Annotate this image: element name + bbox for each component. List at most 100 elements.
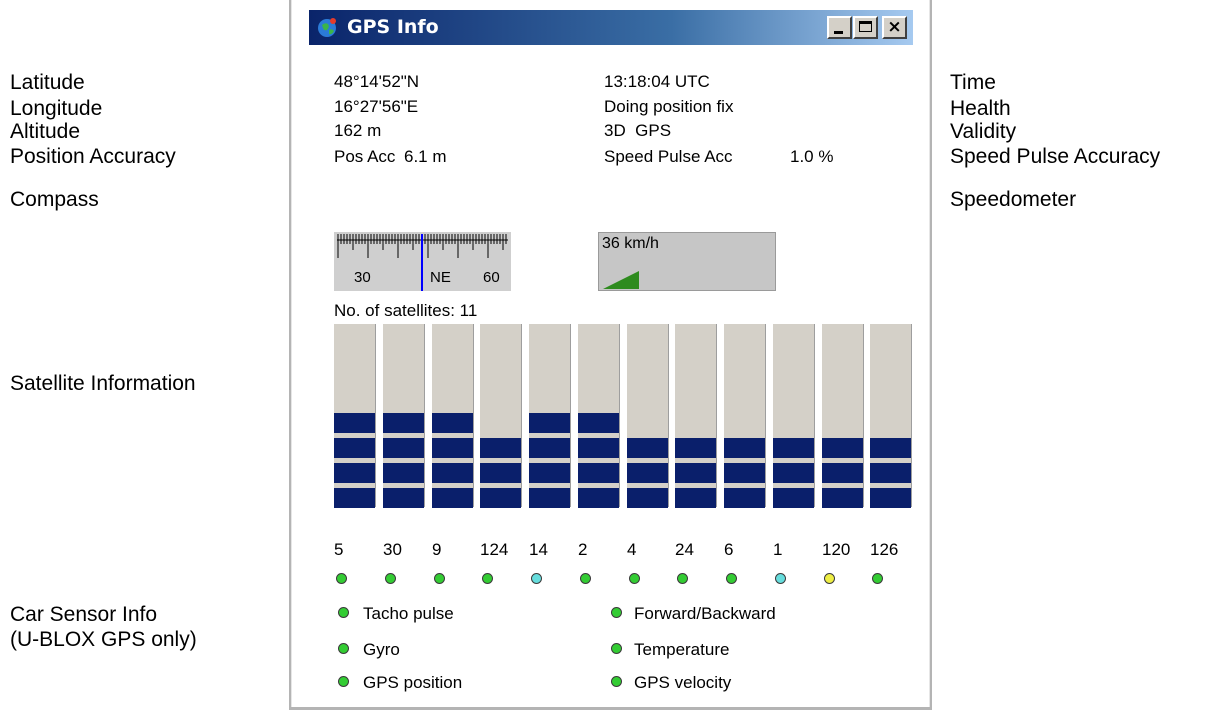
gps-position-status-icon xyxy=(338,676,349,687)
close-button[interactable]: × xyxy=(882,16,907,39)
maximize-icon xyxy=(859,21,872,32)
annotation-position-accuracy: Position Accuracy xyxy=(10,145,176,168)
signal-segment xyxy=(334,463,375,483)
satellite-status-icon xyxy=(385,573,396,584)
satellite-bar-1 xyxy=(773,324,815,508)
signal-segment xyxy=(334,438,375,458)
satellite-bar-2 xyxy=(578,324,620,508)
health-value: Doing position fix xyxy=(604,97,734,116)
forward-backward-status-icon xyxy=(611,607,622,618)
satellite-bar-30 xyxy=(383,324,425,508)
signal-segment xyxy=(627,488,668,508)
signal-segment xyxy=(529,488,570,508)
satellite-id: 6 xyxy=(724,540,734,559)
satellite-count: No. of satellites: 11 xyxy=(334,301,478,320)
signal-segment xyxy=(578,413,619,433)
satellite-status-icon xyxy=(482,573,493,584)
satellite-id: 30 xyxy=(383,540,402,559)
satellite-bar-124 xyxy=(480,324,522,508)
signal-segment xyxy=(578,463,619,483)
altitude-value: 162 m xyxy=(334,121,382,140)
signal-segment xyxy=(578,488,619,508)
signal-segment xyxy=(578,438,619,458)
annotation-latitude: Latitude xyxy=(10,71,85,94)
satellite-id: 120 xyxy=(822,540,851,559)
signal-segment xyxy=(432,488,473,508)
tacho-pulse-label: Tacho pulse xyxy=(363,604,454,623)
satellite-status-icon xyxy=(336,573,347,584)
minimize-button[interactable] xyxy=(827,16,852,39)
signal-segment xyxy=(334,413,375,433)
signal-segment xyxy=(529,438,570,458)
signal-segment xyxy=(870,463,911,483)
speedometer-widget: 36 km/h xyxy=(598,232,776,291)
signal-segment xyxy=(870,438,911,458)
signal-segment xyxy=(822,488,863,508)
annotation-speed-pulse-accuracy: Speed Pulse Accuracy xyxy=(950,145,1161,168)
satellite-bar-5 xyxy=(334,324,376,508)
signal-segment xyxy=(822,438,863,458)
signal-segment xyxy=(870,488,911,508)
title-bar[interactable]: GPS Info × xyxy=(309,10,913,45)
satellite-id: 124 xyxy=(480,540,509,559)
maximize-button[interactable] xyxy=(853,16,878,39)
pos-acc-value: 6.1 m xyxy=(404,147,447,166)
forward-backward-label: Forward/Backward xyxy=(634,604,776,623)
signal-segment xyxy=(675,488,716,508)
gps-position-label: GPS position xyxy=(363,673,463,692)
satellite-status-icon xyxy=(824,573,835,584)
globe-icon xyxy=(318,18,336,37)
satellite-bar-120 xyxy=(822,324,864,508)
satellite-status-icon xyxy=(726,573,737,584)
compass-label-60: 60 xyxy=(483,269,500,286)
annotation-longitude: Longitude xyxy=(10,97,103,120)
signal-segment xyxy=(773,488,814,508)
satellite-id: 14 xyxy=(529,540,548,559)
minimize-icon xyxy=(834,31,843,34)
time-value: 13:18:04 UTC xyxy=(604,72,710,91)
signal-segment xyxy=(675,463,716,483)
satellite-bar-126 xyxy=(870,324,912,508)
annotation-altitude: Altitude xyxy=(10,120,81,143)
satellite-bar-14 xyxy=(529,324,571,508)
satellite-status-icon xyxy=(531,573,542,584)
signal-segment xyxy=(432,413,473,433)
temperature-label: Temperature xyxy=(634,640,730,659)
temperature-status-icon xyxy=(611,643,622,654)
signal-segment xyxy=(383,488,424,508)
latitude-value: 48°14'52"N xyxy=(334,72,420,91)
speed-pulse-acc-value: 1.0 % xyxy=(790,147,834,166)
signal-segment xyxy=(480,463,521,483)
signal-segment xyxy=(529,463,570,483)
signal-segment xyxy=(383,438,424,458)
signal-segment xyxy=(480,438,521,458)
signal-segment xyxy=(724,438,765,458)
tacho-pulse-status-icon xyxy=(338,607,349,618)
annotation-speedometer: Speedometer xyxy=(950,188,1077,211)
window-title: GPS Info xyxy=(347,16,439,38)
annotation-satellite-information: Satellite Information xyxy=(10,372,196,395)
satellite-status-icon xyxy=(872,573,883,584)
signal-segment xyxy=(724,463,765,483)
signal-segment xyxy=(383,463,424,483)
satellite-status-icon xyxy=(580,573,591,584)
signal-segment xyxy=(383,413,424,433)
satellite-bar-9 xyxy=(432,324,474,508)
validity-value: 3D GPS xyxy=(604,121,672,140)
annotation-time: Time xyxy=(950,71,996,94)
annotation-health: Health xyxy=(950,97,1011,120)
longitude-value: 16°27'56"E xyxy=(334,97,419,116)
satellite-id: 126 xyxy=(870,540,899,559)
gps-velocity-label: GPS velocity xyxy=(634,673,732,692)
signal-segment xyxy=(627,438,668,458)
gps-velocity-status-icon xyxy=(611,676,622,687)
satellite-id: 24 xyxy=(675,540,694,559)
signal-segment xyxy=(627,463,668,483)
compass-label-30: 30 xyxy=(354,269,371,286)
satellite-id: 5 xyxy=(334,540,344,559)
annotation-u-blox-note: (U-BLOX GPS only) xyxy=(10,628,197,651)
annotation-compass: Compass xyxy=(10,188,99,211)
satellite-status-icon xyxy=(629,573,640,584)
gyro-status-icon xyxy=(338,643,349,654)
signal-segment xyxy=(773,463,814,483)
